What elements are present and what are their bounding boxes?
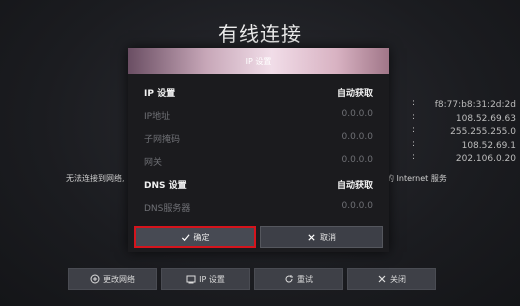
ip-settings-icon xyxy=(186,275,196,284)
close-icon xyxy=(308,233,315,241)
status-message-left: 无法连接到网络, xyxy=(66,174,125,183)
ip-settings-button[interactable]: IP 设置 xyxy=(161,268,250,290)
close-label: 关闭 xyxy=(390,274,406,284)
retry-icon xyxy=(285,275,293,283)
cancel-label: 取消 xyxy=(320,232,336,242)
ip-settings-dialog: IP 设置 IP 设置 自动获取 IP地址 0.0.0.0 子网掩码 0.0.0… xyxy=(128,48,389,252)
checkmark-icon xyxy=(181,233,190,241)
retry-label: 重试 xyxy=(297,274,313,284)
page-title: 有线连接 xyxy=(218,22,302,46)
dns-server-label: DNS服务器 xyxy=(144,204,191,214)
dns-settings-value: 自动获取 xyxy=(336,181,373,191)
subnet-mask-value: 0.0.0.0 xyxy=(341,132,374,142)
status-message-right: 的 Internet 服务 xyxy=(386,174,447,183)
gateway-row: :108.52.69.1 xyxy=(412,138,516,151)
subnet-mask-label: 子网掩码 xyxy=(144,135,181,145)
gateway-label: 网关 xyxy=(144,158,163,168)
subnet-mask-row: 子网掩码 0.0.0.0 xyxy=(144,130,373,148)
cancel-button[interactable]: 取消 xyxy=(260,226,383,248)
ip-address-label: IP地址 xyxy=(144,112,171,122)
mac-address-row: : f8:77:b8:31:2d:2d xyxy=(412,98,516,110)
retry-button[interactable]: 重试 xyxy=(254,268,343,290)
background-network-values: : f8:77:b8:31:2d:2d :108.52.69.63 :255.25… xyxy=(396,98,516,166)
close-icon xyxy=(378,275,386,283)
ip-address-value: 0.0.0.0 xyxy=(341,109,374,119)
ip-settings-label: IP 设置 xyxy=(144,89,176,99)
dns-settings-label: DNS 设置 xyxy=(144,181,187,191)
network-change-icon xyxy=(90,274,100,284)
ip-settings-row[interactable]: IP 设置 自动获取 xyxy=(144,84,373,102)
gateway-row: 网关 0.0.0.0 xyxy=(144,153,373,171)
gateway-value: 0.0.0.0 xyxy=(341,155,374,165)
ip-settings-label: IP 设置 xyxy=(199,274,225,284)
confirm-button[interactable]: 确定 xyxy=(134,226,256,248)
change-network-label: 更改网络 xyxy=(103,274,135,284)
dns-server-row: DNS服务器 0.0.0.0 xyxy=(144,199,373,217)
dialog-title: IP 设置 xyxy=(245,57,272,66)
dns-settings-row[interactable]: DNS 设置 自动获取 xyxy=(144,176,373,194)
ip-address-row: IP地址 0.0.0.0 xyxy=(144,107,373,125)
dns-row: :202.106.0.20 xyxy=(412,152,516,164)
change-network-button[interactable]: 更改网络 xyxy=(68,268,157,290)
confirm-label: 确定 xyxy=(193,232,210,242)
bottom-action-bar: 更改网络 IP 设置 重试 关闭 xyxy=(68,268,436,290)
dialog-header: IP 设置 xyxy=(128,48,389,74)
subnet-row: :255.255.255.0 xyxy=(412,125,516,137)
close-button[interactable]: 关闭 xyxy=(347,268,436,290)
ip-row: :108.52.69.63 xyxy=(412,111,516,124)
ip-settings-value: 自动获取 xyxy=(336,89,373,99)
dns-server-value: 0.0.0.0 xyxy=(341,201,374,211)
